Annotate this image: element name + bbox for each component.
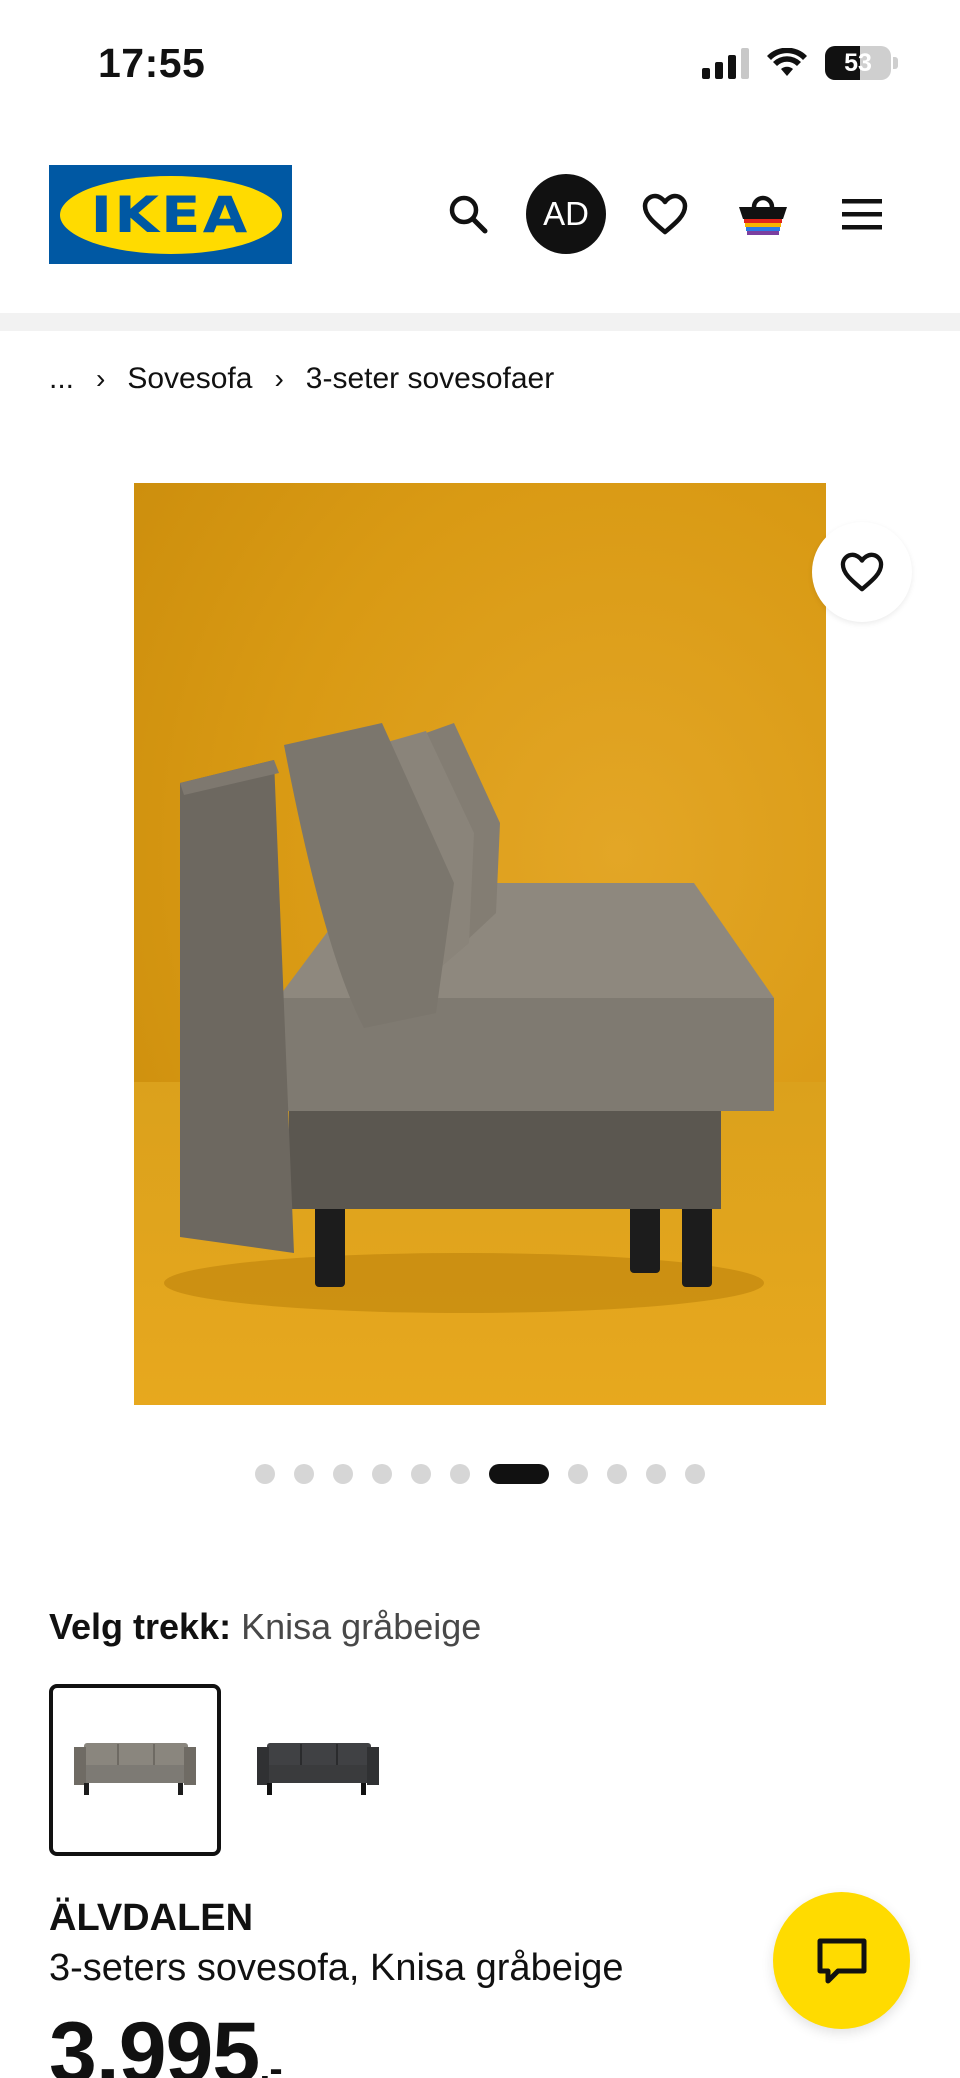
menu-icon [842, 199, 882, 230]
status-bar: 17:55 53 [0, 0, 960, 130]
carousel-dot[interactable] [255, 1464, 275, 1484]
carousel-dot[interactable] [372, 1464, 392, 1484]
menu-button[interactable] [822, 174, 902, 254]
status-icons: 53 [702, 46, 898, 80]
battery-icon: 53 [825, 46, 891, 80]
chevron-right-icon: › [274, 363, 284, 394]
carousel-dot[interactable] [646, 1464, 666, 1484]
product-image[interactable] [134, 483, 826, 1405]
carousel-dot[interactable] [333, 1464, 353, 1484]
breadcrumb-ellipsis[interactable]: ... [49, 362, 74, 396]
carousel-dot[interactable] [685, 1464, 705, 1484]
carousel-dot[interactable] [450, 1464, 470, 1484]
breadcrumb-sovesofa[interactable]: Sovesofa [127, 362, 252, 396]
image-carousel-dots [0, 1464, 960, 1484]
search-button[interactable] [428, 174, 508, 254]
breadcrumb-3-seter[interactable]: 3-seter sovesofaer [306, 362, 554, 396]
chat-icon [817, 1938, 866, 1983]
chevron-right-icon: › [96, 363, 106, 394]
price-value: 3.995 [49, 2005, 260, 2078]
basket-button[interactable] [723, 174, 803, 254]
ikea-logo[interactable]: IKEA [49, 165, 292, 264]
account-avatar[interactable]: AD [526, 174, 606, 254]
breadcrumb: ... › Sovesofa › 3-seter sovesofaer [49, 362, 554, 396]
cellular-signal-icon [702, 47, 749, 79]
cover-option-gray-beige[interactable] [49, 1684, 221, 1856]
sofa-thumbnail [74, 1743, 196, 1795]
wifi-icon [767, 48, 807, 76]
price-suffix: ,- [259, 2047, 282, 2078]
cover-option-dark-gray[interactable] [232, 1684, 404, 1856]
sofa-illustration [164, 723, 774, 1313]
status-time: 17:55 [98, 40, 206, 86]
chat-button[interactable] [773, 1892, 910, 2029]
logo-text: IKEA [91, 185, 250, 244]
carousel-dot[interactable] [607, 1464, 627, 1484]
header-divider [0, 313, 960, 331]
logo-ellipse: IKEA [59, 175, 282, 254]
carousel-dot[interactable] [568, 1464, 588, 1484]
favorites-button[interactable] [625, 174, 705, 254]
sofa-thumbnail [257, 1743, 379, 1795]
carousel-dot[interactable] [411, 1464, 431, 1484]
carousel-dot[interactable] [294, 1464, 314, 1484]
cover-selector-label: Velg trekk: Knisa gråbeige [49, 1606, 481, 1648]
product-name: ÄLVDALEN [49, 1897, 254, 1939]
carousel-dot-active[interactable] [489, 1464, 549, 1484]
save-to-favorites-button[interactable] [812, 522, 912, 622]
heart-icon [840, 552, 884, 592]
product-description: 3-seters sovesofa, Knisa gråbeige [49, 1947, 624, 1989]
cover-selected-value: Knisa gråbeige [241, 1606, 482, 1647]
cover-label-title: Velg trekk: [49, 1606, 232, 1647]
search-icon [449, 195, 488, 234]
product-price: 3.995,- [49, 2004, 283, 2078]
battery-cap [893, 57, 898, 69]
heart-icon [642, 193, 688, 235]
battery-level: 53 [844, 48, 872, 77]
site-header: IKEA AD [0, 160, 960, 272]
basket-icon [739, 195, 787, 235]
